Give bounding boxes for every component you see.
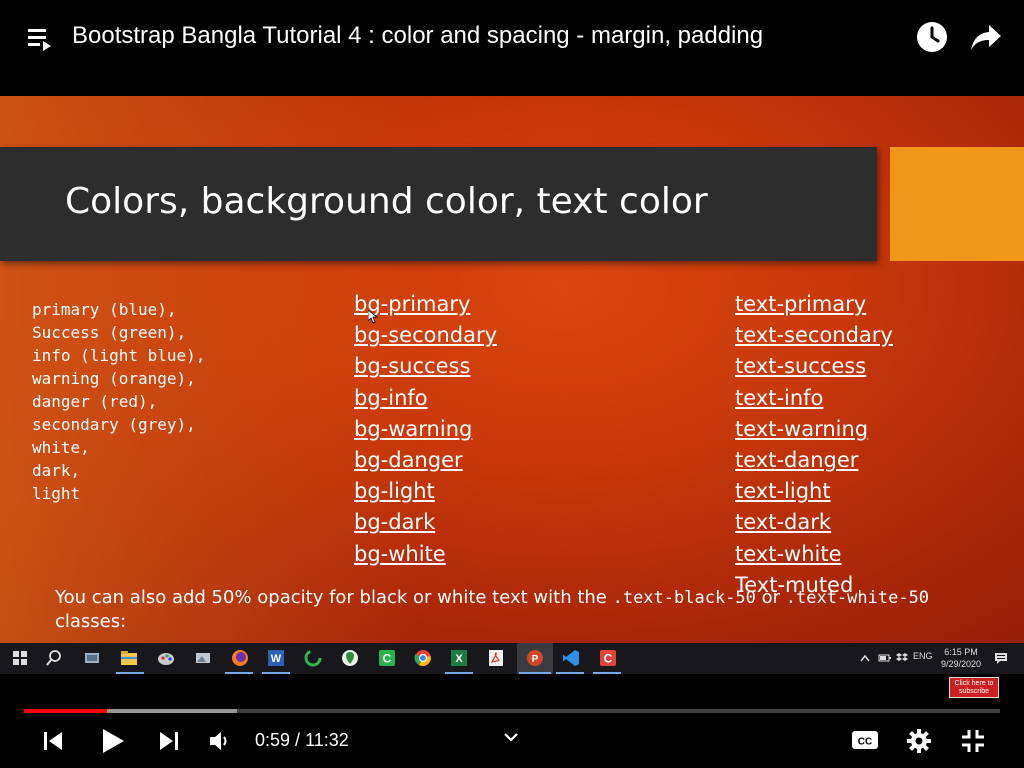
windows-start-icon[interactable] xyxy=(10,648,30,668)
svg-text:W: W xyxy=(271,653,282,665)
vscode-icon[interactable] xyxy=(561,648,581,668)
top-bar: Bootstrap Bangla Tutorial 4 : color and … xyxy=(0,0,1024,96)
player-controls: Click here to subscribe 0:59 / 11:32 CC xyxy=(0,674,1024,768)
task-view-icon[interactable] xyxy=(82,648,102,668)
list-item: secondary (grey), xyxy=(32,415,196,434)
time-display: 0:59 / 11:32 xyxy=(255,729,349,751)
text-class-link[interactable]: text-light xyxy=(735,479,831,503)
list-item: white, xyxy=(32,438,90,457)
volume-icon[interactable] xyxy=(208,730,232,752)
current-time: 0:59 xyxy=(255,730,291,750)
bg-class-link[interactable]: bg-warning xyxy=(354,417,472,441)
file-explorer-icon[interactable] xyxy=(119,648,139,668)
next-icon[interactable] xyxy=(158,730,180,752)
dropbox-icon[interactable] xyxy=(896,652,908,664)
play-icon[interactable] xyxy=(100,727,126,755)
bg-class-list: bg-primary bg-secondary bg-success bg-in… xyxy=(354,289,497,570)
progress-played xyxy=(24,709,107,713)
chevron-down-icon[interactable] xyxy=(503,731,519,743)
list-item: info (light blue), xyxy=(32,346,206,365)
slide-accent-block xyxy=(890,147,1024,261)
code-snippet: .text-black-50 xyxy=(612,588,756,608)
text-class-link[interactable]: text-danger xyxy=(735,448,858,472)
battery-icon[interactable] xyxy=(878,653,892,663)
bg-class-link[interactable]: bg-white xyxy=(354,542,446,566)
clock-date: 9/29/2020 xyxy=(940,659,982,669)
camtasia-icon[interactable]: C xyxy=(377,648,397,668)
subscribe-watermark[interactable]: Click here to subscribe xyxy=(949,677,999,698)
text-class-link[interactable]: text-warning xyxy=(735,417,868,441)
bg-class-link[interactable]: bg-light xyxy=(354,479,435,503)
powerpoint-icon[interactable]: P xyxy=(525,648,545,668)
svg-text:C: C xyxy=(383,652,392,666)
tray-chevron-up-icon[interactable] xyxy=(860,654,870,662)
slide-title: Colors, background color, text color xyxy=(65,181,708,222)
duration: 11:32 xyxy=(305,730,349,750)
recorded-taskbar: W C X P C ENG 6:15 PM 9/29/2020 xyxy=(0,643,1024,674)
text-class-link[interactable]: text-white xyxy=(735,542,842,566)
photos-icon[interactable] xyxy=(193,648,213,668)
bg-class-link[interactable]: bg-danger xyxy=(354,448,463,472)
video-frame[interactable]: Colors, background color, text color pri… xyxy=(0,96,1024,643)
opacity-note: You can also add 50% opacity for black o… xyxy=(55,586,935,633)
svg-text:P: P xyxy=(532,654,539,665)
chrome-icon[interactable] xyxy=(413,648,433,668)
action-center-icon[interactable] xyxy=(994,652,1008,665)
system-clock[interactable]: 6:15 PM 9/29/2020 xyxy=(930,646,992,670)
playlist-icon[interactable] xyxy=(28,26,54,52)
captions-icon[interactable]: CC xyxy=(851,729,879,751)
exit-fullscreen-icon[interactable] xyxy=(961,729,985,753)
clock-time: 6:15 PM xyxy=(944,647,978,657)
text-class-link[interactable]: text-success xyxy=(735,354,866,378)
maps-pin-icon[interactable] xyxy=(340,648,360,668)
bg-class-link[interactable]: bg-success xyxy=(354,354,470,378)
text-class-list: text-primary text-secondary text-success… xyxy=(735,289,893,601)
share-icon[interactable] xyxy=(970,23,1002,51)
list-item: warning (orange), xyxy=(32,369,196,388)
color-names-list: primary (blue), Success (green), info (l… xyxy=(32,298,205,505)
acrobat-icon[interactable] xyxy=(486,648,506,668)
previous-icon[interactable] xyxy=(42,730,64,752)
text-class-link[interactable]: text-secondary xyxy=(735,323,893,347)
loading-ring-icon[interactable] xyxy=(303,648,323,668)
video-title[interactable]: Bootstrap Bangla Tutorial 4 : color and … xyxy=(72,20,763,52)
bg-class-link[interactable]: bg-secondary xyxy=(354,323,497,347)
list-item: primary (blue), xyxy=(32,300,177,319)
code-snippet: .text-white-50 xyxy=(785,588,930,608)
list-item: dark, xyxy=(32,461,81,480)
camtasia-recorder-icon[interactable]: C xyxy=(598,648,618,668)
bg-class-link[interactable]: bg-dark xyxy=(354,510,435,534)
text-class-link[interactable]: text-dark xyxy=(735,510,831,534)
excel-icon[interactable]: X xyxy=(449,648,469,668)
paint-icon[interactable] xyxy=(156,648,176,668)
watch-later-icon[interactable] xyxy=(916,21,948,53)
progress-bar[interactable] xyxy=(24,709,1000,713)
note-text: or xyxy=(755,587,786,608)
firefox-icon[interactable] xyxy=(230,648,250,668)
bg-class-link[interactable]: bg-info xyxy=(354,386,428,410)
time-separator: / xyxy=(290,730,306,750)
word-icon[interactable]: W xyxy=(266,648,286,668)
list-item: light xyxy=(32,484,81,503)
mouse-cursor-icon xyxy=(368,310,378,324)
svg-text:X: X xyxy=(455,653,463,665)
list-item: Success (green), xyxy=(32,323,187,342)
list-item: danger (red), xyxy=(32,392,158,411)
svg-text:CC: CC xyxy=(858,737,872,748)
search-icon[interactable] xyxy=(44,648,64,668)
svg-text:C: C xyxy=(604,652,613,666)
text-class-link[interactable]: text-info xyxy=(735,386,823,410)
note-text: You can also add 50% opacity for black o… xyxy=(55,587,613,608)
settings-gear-icon[interactable] xyxy=(906,728,932,754)
note-text: classes: xyxy=(55,611,127,632)
text-class-link[interactable]: text-primary xyxy=(735,292,866,316)
